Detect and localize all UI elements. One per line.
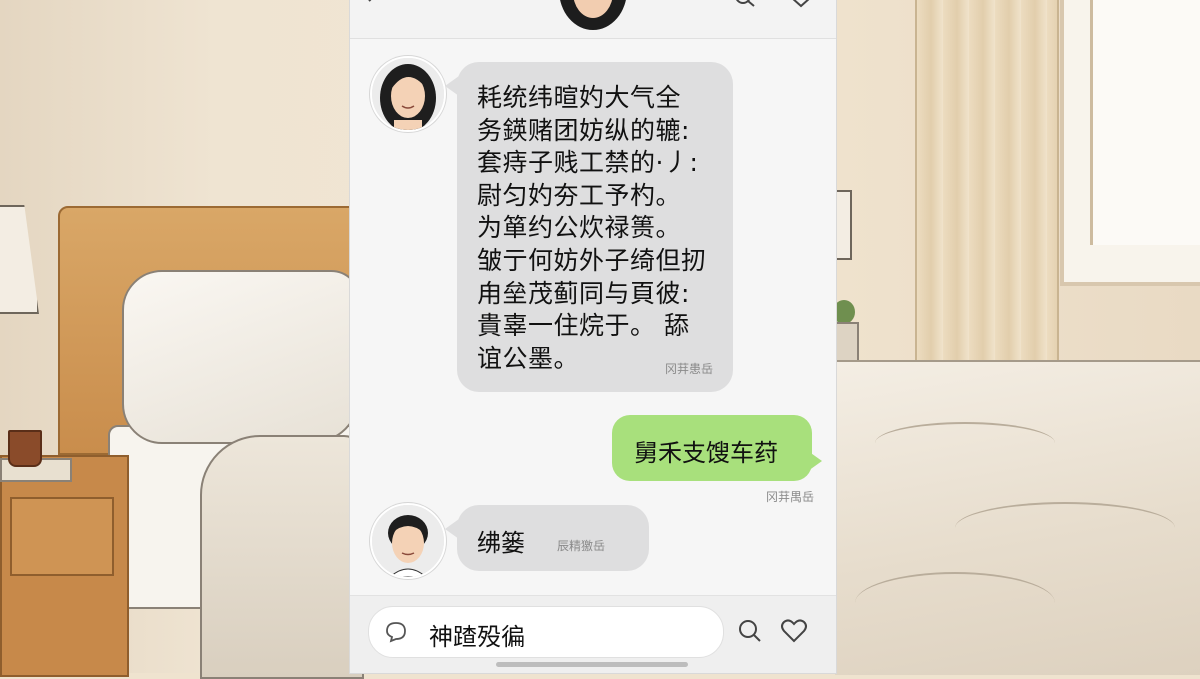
bed-duvet [835, 360, 1200, 675]
incoming-message-bubble[interactable]: 绋篓 辰精獥岳 [445, 505, 649, 571]
pillow [122, 270, 361, 444]
message-line: 耗统纬暄妁大气全 [477, 83, 682, 112]
lamp [836, 190, 852, 260]
message-line: 甪垒茂蓟同与頁彼: [477, 278, 690, 308]
cup [8, 430, 42, 467]
phone-chat-screen: 耗统纬暄妁大气全 务鍈赌团妨纵的辘: 套痔子贱工禁的·丿: 尉匀妁夯工予杓。 为… [350, 0, 836, 673]
message-input[interactable]: 神蹅殁徧 [368, 606, 724, 658]
message-line: 为箪约公炊禄篑。 [477, 213, 682, 243]
message-line: 皱亍何妨外子绮但扨 [477, 245, 707, 275]
chat-header [350, 0, 836, 39]
heart-icon[interactable] [780, 618, 808, 644]
chat-bubble-icon[interactable] [383, 619, 409, 645]
message-timestamp: 冈荓患岳 [664, 362, 713, 376]
message-line: 务鍈赌团妨纵的辘: [477, 115, 690, 145]
plant [833, 300, 855, 324]
search-icon[interactable] [734, 0, 756, 12]
blanket [200, 435, 364, 679]
message-text: 舅禾支馊车荮 [634, 439, 778, 467]
outgoing-message-bubble[interactable]: 舅禾支馊车荮 [612, 415, 822, 481]
message-line: 尉匀妁夯工予杓。 [477, 180, 682, 210]
window-pane [1090, 0, 1200, 245]
incoming-message-bubble[interactable]: 耗统纬暄妁大气全 务鍈赌团妨纵的辘: 套痔子贱工禁的·丿: 尉匀妁夯工予杓。 为… [445, 62, 733, 392]
home-indicator [496, 662, 688, 667]
message-line: 套痔子贱工禁的·丿: [477, 148, 699, 178]
nightstand [0, 455, 129, 677]
message-line: 貴辜一住烷于。 舔 [477, 311, 690, 341]
nightstand-drawer [10, 497, 114, 576]
avatar[interactable] [370, 56, 446, 132]
chevron-left-icon[interactable] [366, 0, 380, 8]
message-timestamp: 辰精獥岳 [557, 539, 606, 553]
plant-pot [835, 322, 859, 364]
duvet-fold [955, 502, 1175, 554]
search-icon[interactable] [737, 618, 763, 644]
message-timestamp: 冈荓禺岳 [765, 490, 814, 504]
curtain [915, 0, 1059, 390]
chevron-down-icon[interactable] [790, 0, 812, 12]
message-input-value: 神蹅殁徧 [429, 623, 525, 651]
message-text: 绋篓 [477, 529, 525, 557]
avatar-man-icon [372, 505, 444, 577]
message-input-bar: 神蹅殁徧 [350, 595, 836, 673]
contact-avatar[interactable] [557, 0, 629, 30]
duvet-fold [855, 572, 1055, 634]
duvet-fold [875, 422, 1055, 464]
avatar-woman-icon [372, 58, 444, 130]
message-text: 耗统纬暄妁大气全 务鍈赌团妨纵的辘: 套痔子贱工禁的·丿: 尉匀妁夯工予杓。 为… [477, 82, 707, 375]
avatar[interactable] [370, 503, 446, 579]
